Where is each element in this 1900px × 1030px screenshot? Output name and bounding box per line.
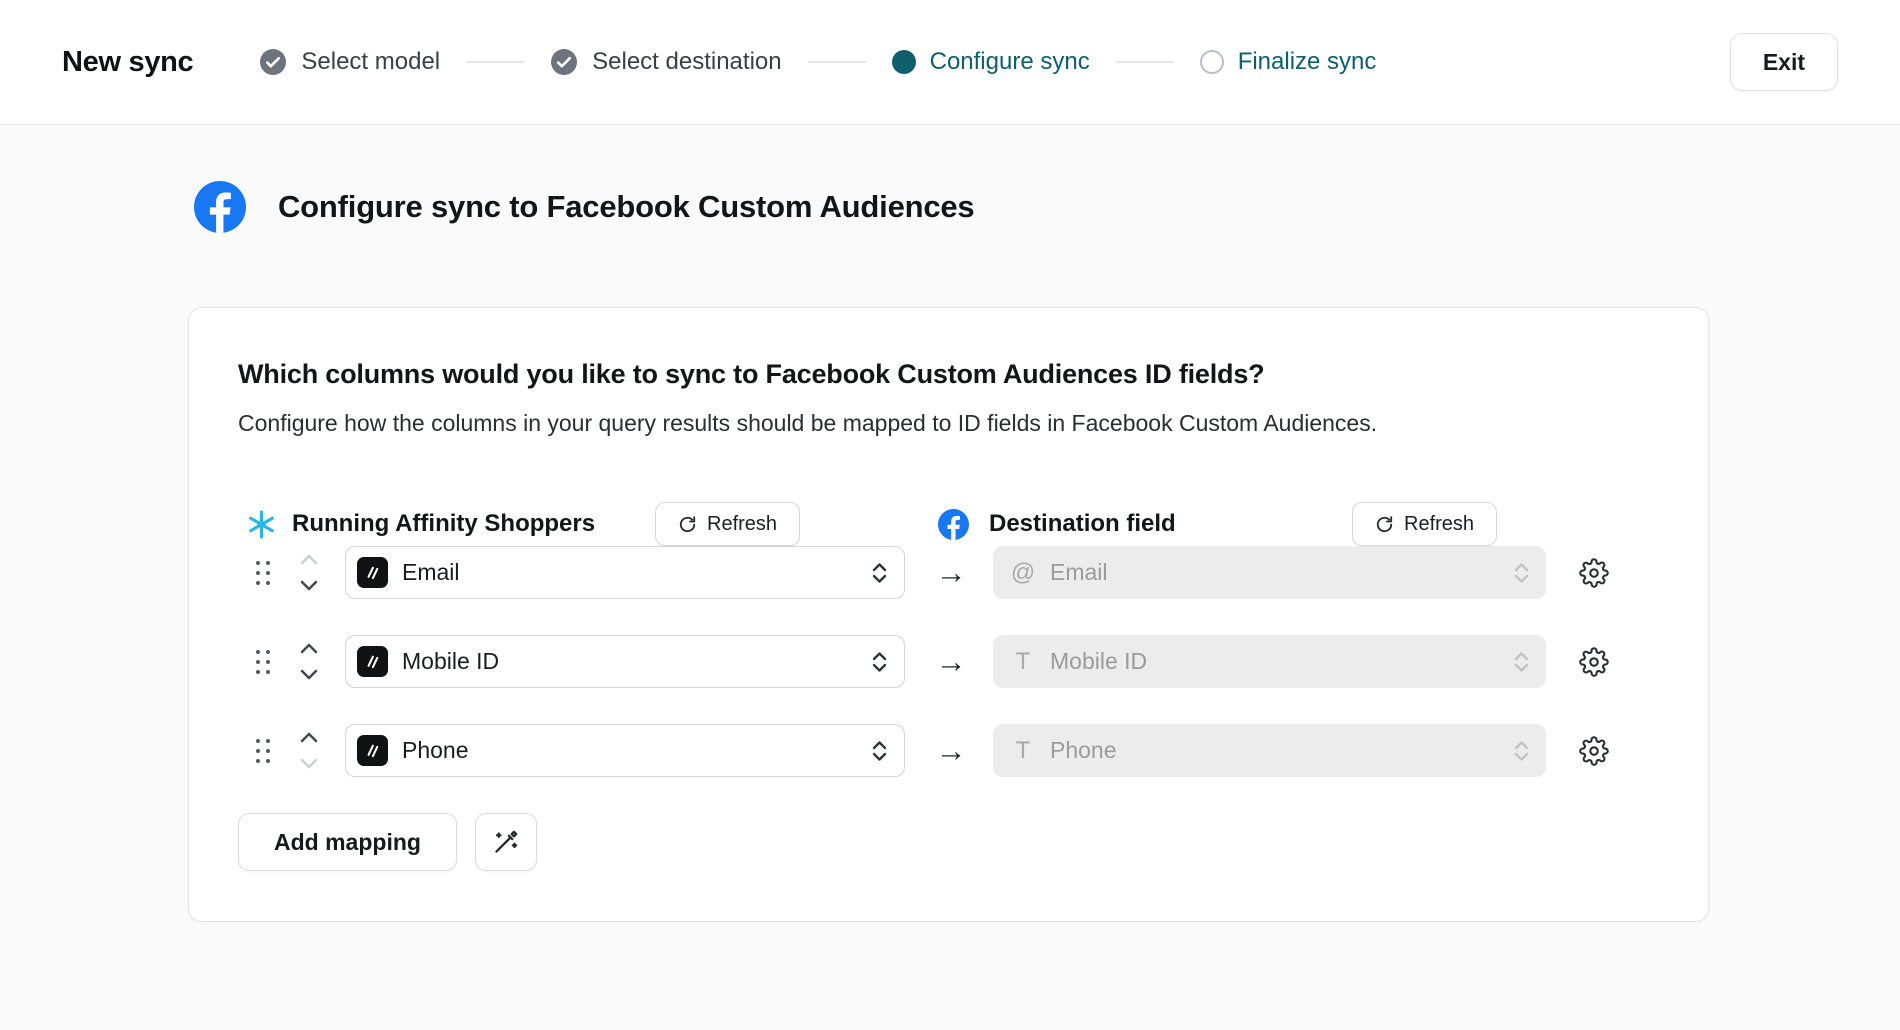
source-refresh-button[interactable]: Refresh [655,502,800,546]
column-mapping-card: Which columns would you like to sync to … [188,307,1709,922]
at-icon: @ [1009,559,1037,587]
gear-icon [1579,647,1609,677]
top-bar: New sync Select model Select destination… [0,0,1900,125]
gear-icon [1579,736,1609,766]
mapping-settings-button[interactable] [1579,734,1613,768]
source-column-select[interactable]: Email [345,546,905,599]
refresh-icon [678,515,697,534]
configure-heading-block: Configure sync to Facebook Custom Audien… [194,181,1900,233]
move-up-button[interactable] [300,643,318,654]
reorder-controls [299,643,319,680]
drag-handle-icon[interactable] [255,559,271,586]
mapping-settings-button[interactable] [1579,556,1613,590]
upcoming-step-circle-icon [1200,50,1224,74]
mapping-row: Mobile ID → T Mobile ID [238,635,1659,688]
add-mapping-button[interactable]: Add mapping [238,813,457,871]
column-type-icon [357,646,388,677]
step-configure-sync[interactable]: Configure sync [892,48,1090,76]
chevron-updown-icon [871,561,888,585]
destination-refresh-button[interactable]: Refresh [1352,502,1497,546]
source-model-title: Running Affinity Shoppers [292,510,595,538]
magic-wand-icon [492,829,519,856]
mapping-columns-header: Running Affinity Shoppers Refresh Destin… [238,502,1659,546]
destination-field-select-disabled: @ Email [993,546,1546,599]
auto-map-button[interactable] [475,813,537,871]
step-finalize-sync[interactable]: Finalize sync [1200,48,1377,76]
drag-handle-icon[interactable] [255,648,271,675]
destination-field-value: Phone [1050,737,1500,764]
maps-to-arrow-icon: → [935,546,967,599]
move-down-button[interactable] [300,758,318,769]
reorder-controls [299,554,319,591]
chevron-updown-icon [1513,739,1530,763]
destination-field-value: Mobile ID [1050,648,1500,675]
step-connector [808,61,866,63]
exit-button[interactable]: Exit [1730,33,1838,91]
source-column-select[interactable]: Phone [345,724,905,777]
facebook-icon [938,509,969,540]
chevron-updown-icon [871,650,888,674]
snowflake-icon [246,509,277,540]
move-down-button[interactable] [300,669,318,680]
column-type-icon [357,735,388,766]
destination-field-select-disabled: T Mobile ID [993,635,1546,688]
chevron-updown-icon [1513,650,1530,674]
maps-to-arrow-icon: → [935,724,967,777]
page-title: New sync [62,46,193,79]
configure-sync-heading: Configure sync to Facebook Custom Audien… [278,189,974,225]
mapping-description: Configure how the columns in your query … [238,408,1659,438]
step-select-destination[interactable]: Select destination [550,48,781,76]
text-type-icon: T [1009,648,1037,676]
column-type-icon [357,557,388,588]
step-select-model[interactable]: Select model [259,48,440,76]
step-label: Configure sync [930,48,1090,76]
check-circle-icon [259,48,287,76]
destination-field-value: Email [1050,559,1500,586]
destination-field-title: Destination field [989,510,1176,538]
step-connector [1116,61,1174,63]
mapping-footer: Add mapping [238,813,1659,871]
text-type-icon: T [1009,737,1037,765]
step-connector [466,61,524,63]
gear-icon [1579,558,1609,588]
reorder-controls [299,732,319,769]
source-model-header: Running Affinity Shoppers [246,502,595,546]
selected-column: Phone [402,737,857,764]
step-label: Select destination [592,48,781,76]
refresh-icon [1375,515,1394,534]
step-label: Finalize sync [1238,48,1377,76]
source-column-select[interactable]: Mobile ID [345,635,905,688]
maps-to-arrow-icon: → [935,635,967,688]
facebook-icon [194,181,246,233]
mapping-row: Email → @ Email [238,546,1659,599]
step-label: Select model [301,48,440,76]
drag-handle-icon[interactable] [255,737,271,764]
refresh-label: Refresh [1404,513,1474,536]
selected-column: Email [402,559,857,586]
active-step-dot-icon [892,50,916,74]
move-up-button[interactable] [300,732,318,743]
selected-column: Mobile ID [402,648,857,675]
chevron-updown-icon [1513,561,1530,585]
mapping-settings-button[interactable] [1579,645,1613,679]
check-circle-icon [550,48,578,76]
move-down-button[interactable] [300,580,318,591]
move-up-button[interactable] [300,554,318,565]
refresh-label: Refresh [707,513,777,536]
mapping-row: Phone → T Phone [238,724,1659,777]
sync-stepper: Select model Select destination Configur… [259,48,1376,76]
mapping-question: Which columns would you like to sync to … [238,356,1659,392]
destination-field-header: Destination field [938,502,1176,546]
destination-field-select-disabled: T Phone [993,724,1546,777]
chevron-updown-icon [871,739,888,763]
